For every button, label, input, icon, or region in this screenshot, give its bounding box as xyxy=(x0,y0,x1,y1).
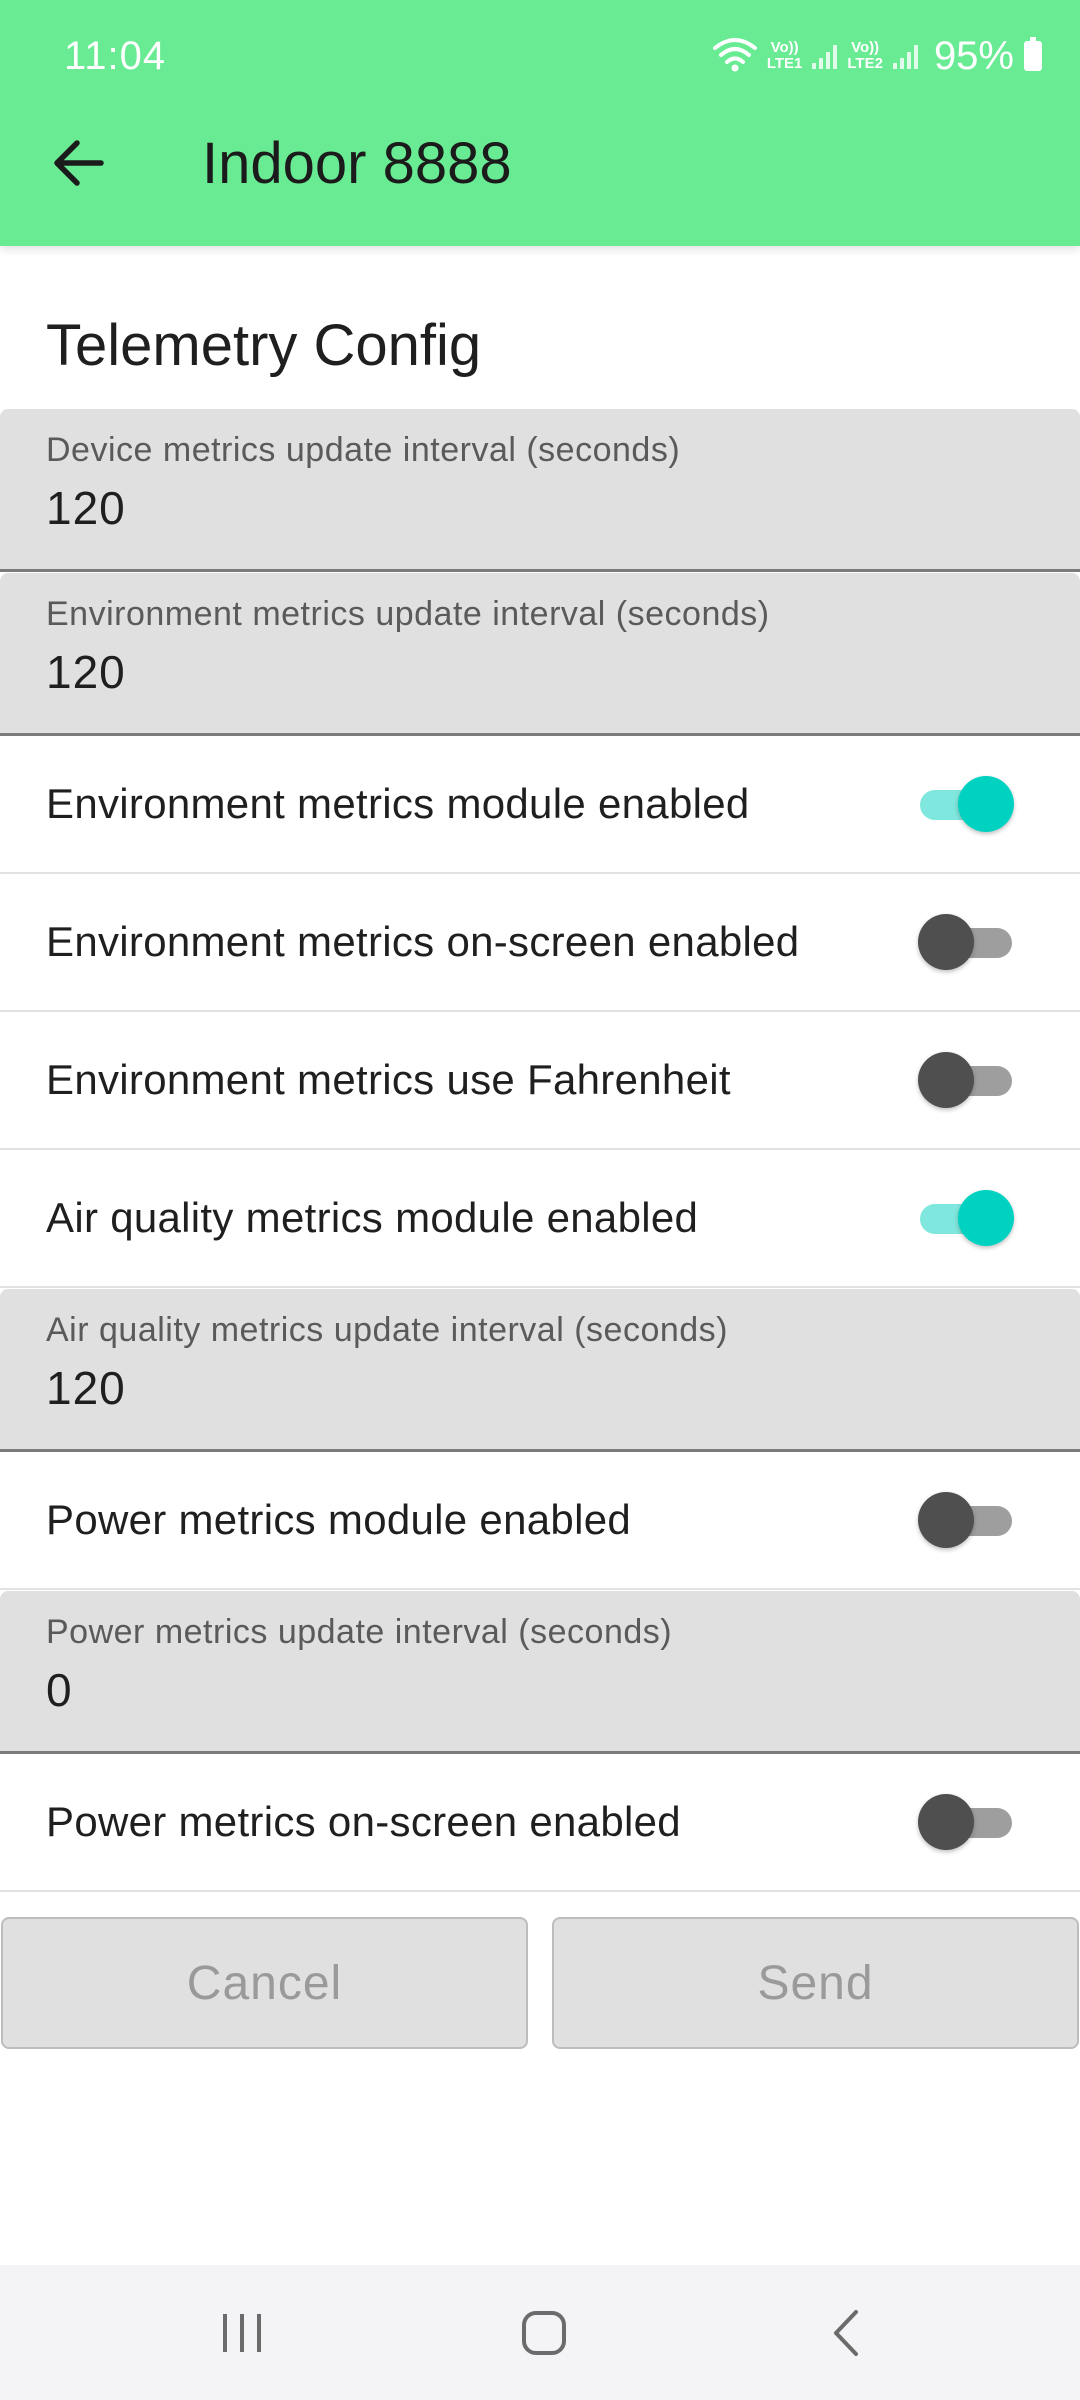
wifi-icon xyxy=(712,36,757,77)
field-label: Environment metrics update interval (sec… xyxy=(46,595,770,633)
env-module-row[interactable]: Environment metrics module enabled xyxy=(0,736,1080,874)
status-time: 11:04 xyxy=(64,34,167,78)
env-module-switch[interactable] xyxy=(918,776,1014,832)
env-screen-row[interactable]: Environment metrics on-screen enabled xyxy=(0,874,1080,1012)
row-label: Power metrics on-screen enabled xyxy=(46,1798,681,1845)
signal-icon xyxy=(812,43,838,69)
top-app-bar: 11:04 Vo)) LTE1 Vo)) LTE2 95% Indoor 888… xyxy=(0,0,1080,246)
section-title: Telemetry Config xyxy=(46,313,482,378)
field-value[interactable]: 0 xyxy=(46,1663,73,1717)
page-title: Indoor 8888 xyxy=(202,131,512,196)
power-screen-row[interactable]: Power metrics on-screen enabled xyxy=(0,1754,1080,1892)
row-label: Environment metrics use Fahrenheit xyxy=(46,1056,731,1103)
environment-metrics-interval-field[interactable]: Environment metrics update interval (sec… xyxy=(0,573,1080,736)
back-button[interactable] xyxy=(44,128,114,198)
sim2-label: Vo)) LTE2 xyxy=(847,39,883,72)
battery-icon xyxy=(1024,37,1042,71)
status-icons: Vo)) LTE1 Vo)) LTE2 95% xyxy=(712,30,1042,82)
switch-thumb xyxy=(958,1190,1014,1246)
row-label: Power metrics module enabled xyxy=(46,1496,632,1543)
row-label: Environment metrics on-screen enabled xyxy=(46,918,800,965)
system-nav-bar xyxy=(0,2265,1080,2400)
chevron-left-icon xyxy=(834,2310,858,2356)
power-screen-switch[interactable] xyxy=(918,1794,1014,1850)
recents-icon xyxy=(223,2314,261,2352)
recents-button[interactable] xyxy=(182,2293,302,2373)
switch-thumb xyxy=(918,1794,974,1850)
app-screen: 11:04 Vo)) LTE1 Vo)) LTE2 95% Indoor 888… xyxy=(0,0,1080,2400)
arrow-back-icon xyxy=(54,140,104,186)
air-quality-interval-field[interactable]: Air quality metrics update interval (sec… xyxy=(0,1289,1080,1452)
send-button[interactable]: Send xyxy=(552,1917,1079,2049)
switch-thumb xyxy=(958,776,1014,832)
switch-thumb xyxy=(918,1052,974,1108)
field-label: Device metrics update interval (seconds) xyxy=(46,431,681,469)
power-module-switch[interactable] xyxy=(918,1492,1014,1548)
row-label: Air quality metrics module enabled xyxy=(46,1194,699,1241)
field-value[interactable]: 120 xyxy=(46,1361,126,1415)
home-button[interactable] xyxy=(484,2293,604,2373)
power-metrics-interval-field[interactable]: Power metrics update interval (seconds) … xyxy=(0,1591,1080,1754)
signal-icon xyxy=(892,43,918,69)
field-value[interactable]: 120 xyxy=(46,481,126,535)
env-fahrenheit-switch[interactable] xyxy=(918,1052,1014,1108)
env-screen-switch[interactable] xyxy=(918,914,1014,970)
sim1-label: Vo)) LTE1 xyxy=(766,39,803,72)
air-module-row[interactable]: Air quality metrics module enabled xyxy=(0,1150,1080,1288)
env-fahrenheit-row[interactable]: Environment metrics use Fahrenheit xyxy=(0,1012,1080,1150)
field-value[interactable]: 120 xyxy=(46,645,126,699)
field-label: Power metrics update interval (seconds) xyxy=(46,1613,673,1651)
battery-percent: 95% xyxy=(933,33,1014,78)
device-metrics-interval-field[interactable]: Device metrics update interval (seconds)… xyxy=(0,409,1080,572)
row-label: Environment metrics module enabled xyxy=(46,780,750,827)
air-module-switch[interactable] xyxy=(918,1190,1014,1246)
power-module-row[interactable]: Power metrics module enabled xyxy=(0,1452,1080,1590)
switch-thumb xyxy=(918,914,974,970)
switch-thumb xyxy=(918,1492,974,1548)
field-label: Air quality metrics update interval (sec… xyxy=(46,1311,728,1349)
nav-back-button[interactable] xyxy=(786,2293,906,2373)
cancel-button[interactable]: Cancel xyxy=(1,1917,528,2049)
home-icon xyxy=(522,2311,566,2355)
